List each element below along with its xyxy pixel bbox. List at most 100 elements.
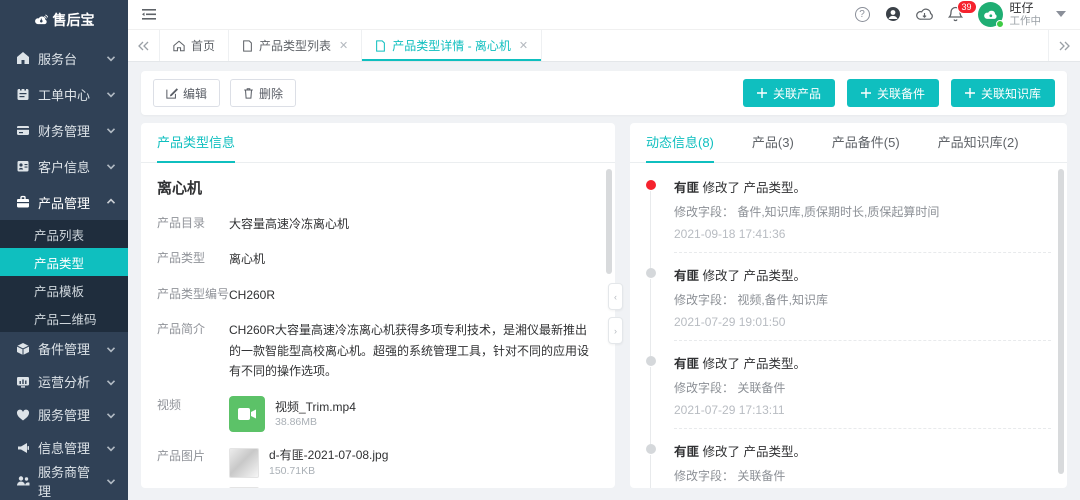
sidebar-item-label: 财务管理 [38, 121, 90, 140]
activity-time: 2021-09-18 17:41:36 [674, 227, 1051, 241]
chevron-down-icon [104, 441, 118, 455]
sidebar-item-finance[interactable]: 财务管理 [0, 112, 128, 148]
activity-time: 2021-07-29 17:13:11 [674, 403, 1051, 417]
activity-fields: 修改字段： 关联备件 [674, 467, 1051, 484]
content-area: 编辑 删除 关联产品 关联备件 [128, 62, 1080, 500]
main-area: ? 39 旺仔 工作中 [128, 0, 1080, 500]
finance-icon [16, 123, 30, 137]
box-icon [16, 342, 30, 356]
activity-panel: 动态信息(8) 产品(3) 产品备件(5) 产品知识库(2) 有匪 修改了 产品… [630, 123, 1067, 488]
logo-text: 售后宝 [53, 10, 95, 30]
cloud-wrench-logo-icon [34, 13, 48, 27]
tab-home[interactable]: 首页 [160, 30, 229, 61]
activity-entry: 有匪 修改了 产品类型。 修改字段： 备件,知识库,质保期时长,质保起算时间 2… [646, 177, 1051, 253]
divider [674, 252, 1051, 253]
plus-icon [861, 88, 871, 98]
delete-button[interactable]: 删除 [230, 79, 296, 107]
megaphone-icon [16, 441, 30, 455]
notifications-bell-icon[interactable]: 39 [948, 6, 963, 22]
left-panel-header: 产品类型信息 [141, 123, 615, 163]
left-panel-scrollbar[interactable] [606, 169, 612, 274]
left-panel-body: 离心机 产品目录 大容量高速冷冻离心机 产品类型 离心机 产品类型编号 CH26… [141, 163, 615, 488]
chevron-down-icon [104, 375, 118, 389]
user-avatar[interactable] [978, 2, 1003, 27]
sidebar-subitem-product-list[interactable]: 产品列表 [0, 220, 128, 248]
tab-product-parts[interactable]: 产品备件(5) [832, 132, 900, 162]
sidebar-item-providers[interactable]: 服务商管理 [0, 464, 128, 497]
online-status-dot [996, 20, 1004, 28]
file-item[interactable]: b-有匪-2021-07-08.jpg 199.87KB [229, 487, 390, 488]
field-row: 产品类型 离心机 [157, 249, 599, 269]
tab-products[interactable]: 产品(3) [752, 132, 794, 162]
tab-close-icon[interactable]: ✕ [519, 39, 528, 52]
collapse-left-icon[interactable]: ‹ [608, 283, 623, 310]
chart-monitor-icon [16, 375, 30, 389]
sidebar-item-label: 服务台 [38, 49, 77, 68]
detail-panels: 产品类型信息 离心机 产品目录 大容量高速冷冻离心机 产品类型 离心机 [141, 123, 1067, 488]
product-type-title: 离心机 [157, 177, 599, 198]
tabs-scroll-left-icon[interactable] [128, 30, 160, 61]
file-item[interactable]: 视频_Trim.mp4 38.86MB [229, 396, 356, 432]
sidebar-item-analytics[interactable]: 运营分析 [0, 365, 128, 398]
sidebar-collapse-icon[interactable] [142, 8, 157, 21]
sidebar-item-spare-parts[interactable]: 备件管理 [0, 332, 128, 365]
link-knowledge-button[interactable]: 关联知识库 [951, 79, 1055, 107]
sidebar-item-label: 工单中心 [38, 85, 90, 104]
sidebar-item-label: 备件管理 [38, 339, 90, 358]
sidebar-item-work-orders[interactable]: 工单中心 [0, 76, 128, 112]
document-icon [242, 40, 253, 52]
sidebar-item-customers[interactable]: 客户信息 [0, 148, 128, 184]
chevron-down-icon [104, 408, 118, 422]
help-icon[interactable]: ? [855, 7, 870, 22]
tab-product-type-info[interactable]: 产品类型信息 [157, 132, 235, 162]
tab-close-icon[interactable]: ✕ [339, 39, 348, 52]
sidebar-item-service-mgmt[interactable]: 服务管理 [0, 398, 128, 431]
field-row: 产品目录 大容量高速冷冻离心机 [157, 214, 599, 234]
top-bar: ? 39 旺仔 工作中 [128, 0, 1080, 30]
cloud-download-icon[interactable] [916, 7, 933, 21]
tab-product-type-list[interactable]: 产品类型列表 ✕ [229, 30, 362, 61]
support-agent-icon[interactable] [885, 6, 901, 22]
user-name: 旺仔 [1010, 2, 1042, 16]
file-item[interactable]: d-有匪-2021-07-08.jpg 150.71KB [229, 447, 390, 477]
timeline-dot [646, 268, 656, 278]
field-row: 产品类型编号 CH260R [157, 285, 599, 305]
sidebar-subitem-product-qrcode[interactable]: 产品二维码 [0, 304, 128, 332]
sidebar-subitem-product-type[interactable]: 产品类型 [0, 248, 128, 276]
tab-label: 产品类型详情 - 离心机 [392, 37, 511, 54]
briefcase-icon [16, 195, 30, 209]
app-logo: 售后宝 [0, 0, 128, 40]
tab-product-knowledge[interactable]: 产品知识库(2) [938, 132, 1019, 162]
tab-activity[interactable]: 动态信息(8) [646, 132, 714, 162]
activity-user: 有匪 [674, 445, 699, 459]
sidebar-subitem-product-template[interactable]: 产品模板 [0, 276, 128, 304]
sidebar-item-info-mgmt[interactable]: 信息管理 [0, 431, 128, 464]
collapse-right-icon[interactable]: › [608, 317, 623, 344]
link-product-button[interactable]: 关联产品 [743, 79, 835, 107]
edit-button[interactable]: 编辑 [153, 79, 220, 107]
home-icon [173, 40, 185, 52]
page-tabs: 首页 产品类型列表 ✕ 产品类型详情 - 离心机 ✕ [128, 30, 1080, 62]
right-panel-scrollbar[interactable] [1058, 169, 1064, 474]
video-thumbnail-icon [229, 396, 265, 432]
chevron-down-icon [104, 51, 118, 65]
field-row: 产品简介 CH260R大容量高速冷冻离心机获得多项专利技术，是湘仪最新推出的一款… [157, 320, 599, 381]
sidebar-item-service-desk[interactable]: 服务台 [0, 40, 128, 76]
tab-product-type-detail[interactable]: 产品类型详情 - 离心机 ✕ [362, 30, 542, 61]
chevron-down-icon [104, 159, 118, 173]
users-icon [16, 474, 30, 488]
sidebar-item-products[interactable]: 产品管理 [0, 184, 128, 220]
activity-fields: 修改字段： 备件,知识库,质保期时长,质保起算时间 [674, 203, 1051, 220]
activity-entry: 有匪 修改了 产品类型。 修改字段： 关联备件 2021-07-29 17:13… [646, 353, 1051, 429]
product-images-row: 产品图片 d-有匪-2021-07-08.jpg 150.71KB [157, 447, 599, 488]
user-status: 工作中 [1010, 15, 1042, 27]
video-row: 视频 视频_Trim.mp4 38.86MB [157, 396, 599, 432]
link-parts-button[interactable]: 关联备件 [847, 79, 939, 107]
sidebar: 售后宝 服务台 工单中心 财务管理 客户信息 产品管理 产品列表 [0, 0, 128, 500]
tabs-scroll-right-icon[interactable] [1048, 30, 1080, 61]
app-window: 售后宝 服务台 工单中心 财务管理 客户信息 产品管理 产品列表 [0, 0, 1080, 500]
sidebar-item-label: 运营分析 [38, 372, 90, 391]
document-icon [375, 40, 386, 52]
service-icon [16, 408, 30, 422]
user-menu-caret-icon[interactable] [1056, 11, 1066, 17]
